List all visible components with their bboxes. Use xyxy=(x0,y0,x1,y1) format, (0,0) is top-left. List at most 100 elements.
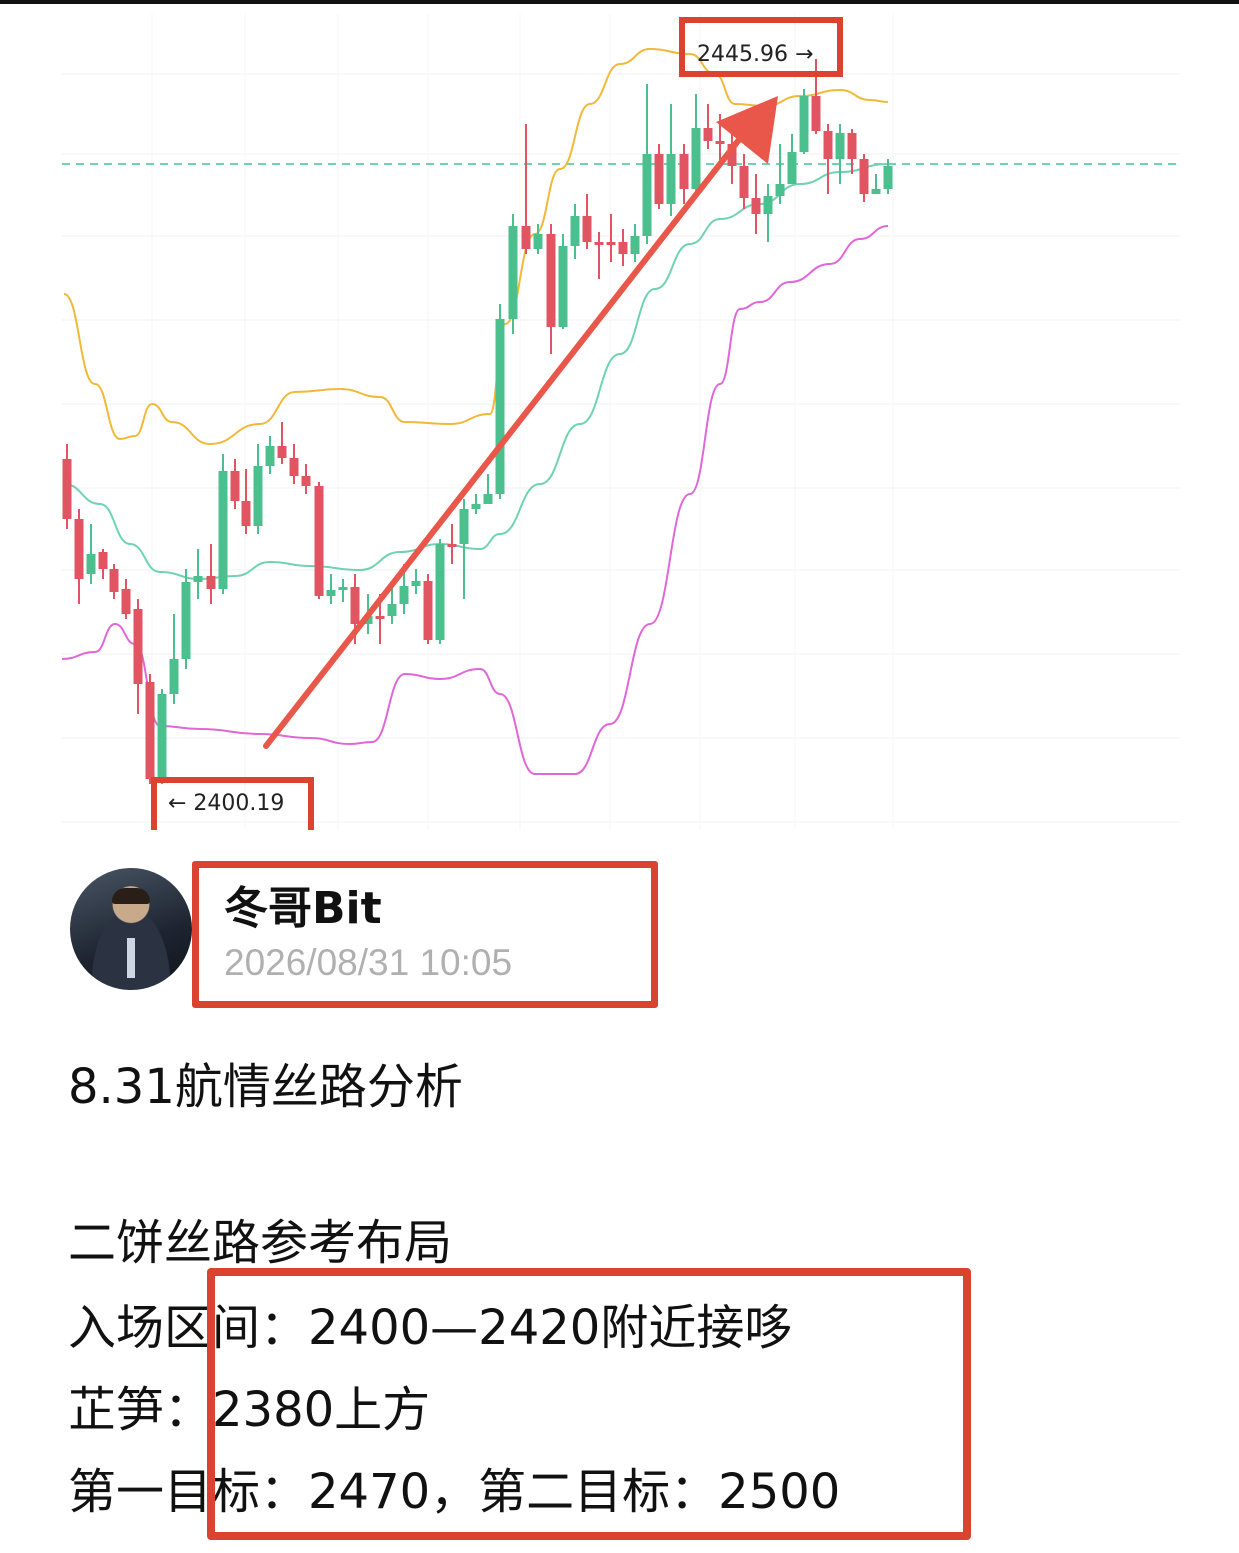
candle-body xyxy=(883,166,893,189)
candle-body xyxy=(751,198,761,214)
candle xyxy=(811,59,821,134)
candle xyxy=(265,436,275,474)
candle-body xyxy=(338,587,348,590)
candle-body xyxy=(86,554,96,574)
candle-body xyxy=(859,159,869,194)
candle xyxy=(98,549,108,579)
candle xyxy=(193,549,203,599)
candle-body xyxy=(835,133,845,159)
candle xyxy=(62,444,72,529)
author-name[interactable]: 冬哥Bit xyxy=(224,872,382,936)
candle xyxy=(594,232,604,279)
candle xyxy=(314,482,324,599)
candle xyxy=(169,614,179,704)
candle-body xyxy=(618,242,628,254)
candle-body xyxy=(666,154,676,204)
candle-body xyxy=(508,226,518,319)
candle xyxy=(521,124,531,254)
candle-body xyxy=(763,196,773,214)
candle xyxy=(230,459,240,509)
candle-body xyxy=(314,486,324,596)
candle xyxy=(206,544,216,604)
candle xyxy=(109,564,119,599)
strategy-highlight-box xyxy=(207,1268,971,1540)
candle-body xyxy=(301,476,311,486)
candle xyxy=(606,214,616,262)
candle-body xyxy=(459,509,469,544)
candle xyxy=(145,674,155,784)
candle xyxy=(86,524,96,584)
candle-body xyxy=(823,131,833,159)
candle-body xyxy=(98,552,108,569)
candle xyxy=(459,499,469,599)
candle xyxy=(799,89,809,154)
candle xyxy=(181,569,191,669)
candle-body xyxy=(582,216,592,242)
candle-body xyxy=(495,319,505,494)
candle xyxy=(411,569,421,594)
candle-body xyxy=(230,471,240,501)
high-price-label: 2445.96 → xyxy=(697,42,813,67)
candle-body xyxy=(109,569,119,592)
candles xyxy=(62,59,893,784)
candle-body xyxy=(145,682,155,779)
candle xyxy=(289,444,299,484)
candle xyxy=(471,494,481,514)
candle-body xyxy=(169,659,179,694)
candle xyxy=(546,224,556,354)
candle-body xyxy=(435,544,445,640)
low-price-label: ← 2400.19 xyxy=(168,791,284,816)
candle xyxy=(483,474,493,504)
candle-body xyxy=(775,184,785,196)
candle xyxy=(618,229,628,266)
candle xyxy=(642,84,652,244)
candle-body xyxy=(739,166,749,198)
candle xyxy=(691,94,701,194)
candle xyxy=(703,104,713,149)
candle-body xyxy=(483,494,493,504)
candle-body xyxy=(289,458,299,476)
candle xyxy=(338,579,348,602)
candle xyxy=(739,154,749,209)
post-section-heading: 二饼丝路参考布局 xyxy=(68,1215,453,1271)
avatar-tie xyxy=(127,938,135,978)
candle-body xyxy=(387,604,397,616)
candle-body xyxy=(74,519,84,579)
candle xyxy=(823,124,833,194)
candle-body xyxy=(787,152,797,184)
candle-body xyxy=(715,141,725,144)
candle-body xyxy=(218,471,228,589)
candle-body xyxy=(679,154,689,189)
candle xyxy=(582,194,592,249)
candle-body xyxy=(375,616,385,619)
candlestick-chart: 2445.96 → ← 2400.19 xyxy=(0,4,1239,830)
middle-band xyxy=(63,163,889,581)
candle xyxy=(495,304,505,499)
candle xyxy=(121,579,131,619)
post-title: 8.31航情丝路分析 xyxy=(68,1059,463,1115)
candle-body xyxy=(546,234,556,327)
candle-body xyxy=(606,242,616,245)
candle-body xyxy=(691,128,701,189)
candle xyxy=(241,469,251,534)
candle-body xyxy=(277,446,287,458)
candle xyxy=(157,689,167,784)
candle xyxy=(301,464,311,494)
candle-body xyxy=(847,133,857,159)
chart-svg: 2445.96 → ← 2400.19 xyxy=(61,14,1180,830)
candle xyxy=(74,509,84,604)
candle xyxy=(871,174,881,194)
candle-body xyxy=(521,226,531,249)
candle-body xyxy=(423,581,433,640)
candle xyxy=(508,214,518,334)
candle-body xyxy=(350,587,360,624)
candle xyxy=(763,184,773,242)
candle xyxy=(558,234,568,329)
candle-body xyxy=(206,576,216,589)
candle-body xyxy=(411,581,421,586)
candle-body xyxy=(799,96,809,152)
candle-body xyxy=(703,128,713,141)
candle xyxy=(277,422,287,464)
author-avatar[interactable] xyxy=(70,868,192,990)
candle-body xyxy=(133,609,143,684)
